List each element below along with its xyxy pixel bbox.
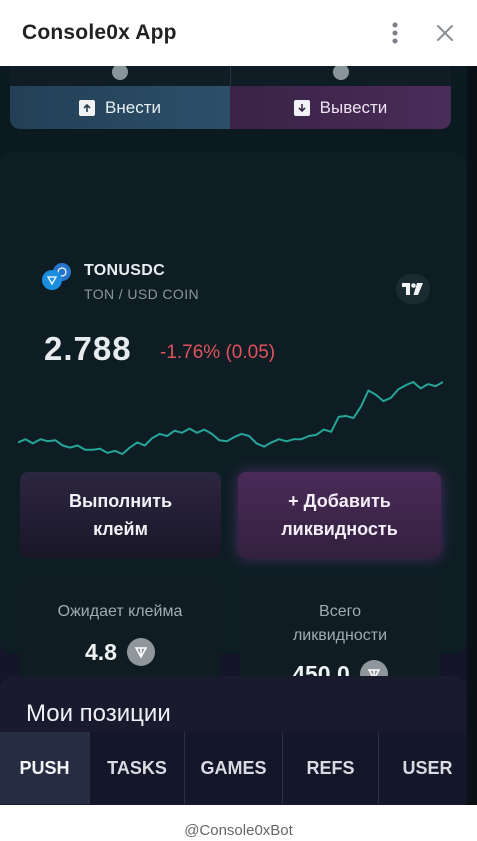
pair-icons xyxy=(42,262,80,294)
add-liquidity-label: + Добавить ликвидность xyxy=(281,491,398,539)
ton-coin-icon xyxy=(112,66,128,80)
deposit-label: Внести xyxy=(105,97,161,117)
app-title: Console0x App xyxy=(22,21,177,44)
balance-usdc xyxy=(230,66,451,86)
balance-card: Внести Вывести xyxy=(10,66,451,129)
scroll-edge xyxy=(467,66,477,805)
nav-tab-tasks[interactable]: TASKS xyxy=(90,732,185,804)
pair-header: TONUSDC TON / USD COIN xyxy=(42,262,199,302)
add-liquidity-button[interactable]: + Добавить ликвидность xyxy=(238,472,441,558)
ton-icon xyxy=(126,638,155,666)
positions-title: Мои позиции xyxy=(26,700,171,727)
more-vertical-icon[interactable] xyxy=(375,13,415,53)
close-icon[interactable] xyxy=(425,13,465,53)
liquidity-label: Всего ликвидности xyxy=(292,603,388,644)
arrow-up-icon xyxy=(79,99,96,116)
price-chart xyxy=(18,381,443,455)
bottom-nav: PUSH TASKS GAMES REFS USER xyxy=(0,732,477,804)
balance-strip xyxy=(10,66,451,86)
nav-tab-refs[interactable]: REFS xyxy=(283,732,379,804)
ton-icon xyxy=(42,270,62,290)
tradingview-icon[interactable] xyxy=(396,274,430,304)
price-line xyxy=(18,381,443,455)
pending-value: 4.8 xyxy=(85,638,117,665)
pair-subtitle: TON / USD COIN xyxy=(84,286,200,302)
pending-label: Ожидает клейма xyxy=(57,603,183,620)
nav-tab-games[interactable]: GAMES xyxy=(185,732,283,804)
pool-card: TONUSDC TON / USD COIN 2.788 -1.76% (0.0… xyxy=(0,152,466,716)
balance-actions: Внести Вывести xyxy=(10,86,451,129)
pending-value-row: 4.8 xyxy=(85,638,155,666)
deposit-button[interactable]: Внести xyxy=(10,86,230,129)
withdraw-label: Вывести xyxy=(319,97,388,117)
bot-handle: @Console0xBot xyxy=(184,821,293,839)
app-viewport: Внести Вывести TONUSDC TON / USD COIN 2.… xyxy=(0,66,477,805)
app-header: Console0x App xyxy=(0,0,477,66)
claim-label: Выполнить клейм xyxy=(68,491,173,539)
footer: @Console0xBot xyxy=(0,805,477,841)
nav-tab-push[interactable]: PUSH xyxy=(0,732,90,804)
claim-button[interactable]: Выполнить клейм xyxy=(20,472,221,558)
balance-ton xyxy=(10,66,230,86)
arrow-down-icon xyxy=(293,99,310,116)
price-change: -1.76% (0.05) xyxy=(160,342,276,363)
usdc-coin-icon xyxy=(333,66,349,80)
pair-name: TONUSDC xyxy=(84,262,165,279)
nav-tab-user[interactable]: USER xyxy=(379,732,477,804)
withdraw-button[interactable]: Вывести xyxy=(230,86,451,129)
pair-price: 2.788 xyxy=(44,330,132,367)
